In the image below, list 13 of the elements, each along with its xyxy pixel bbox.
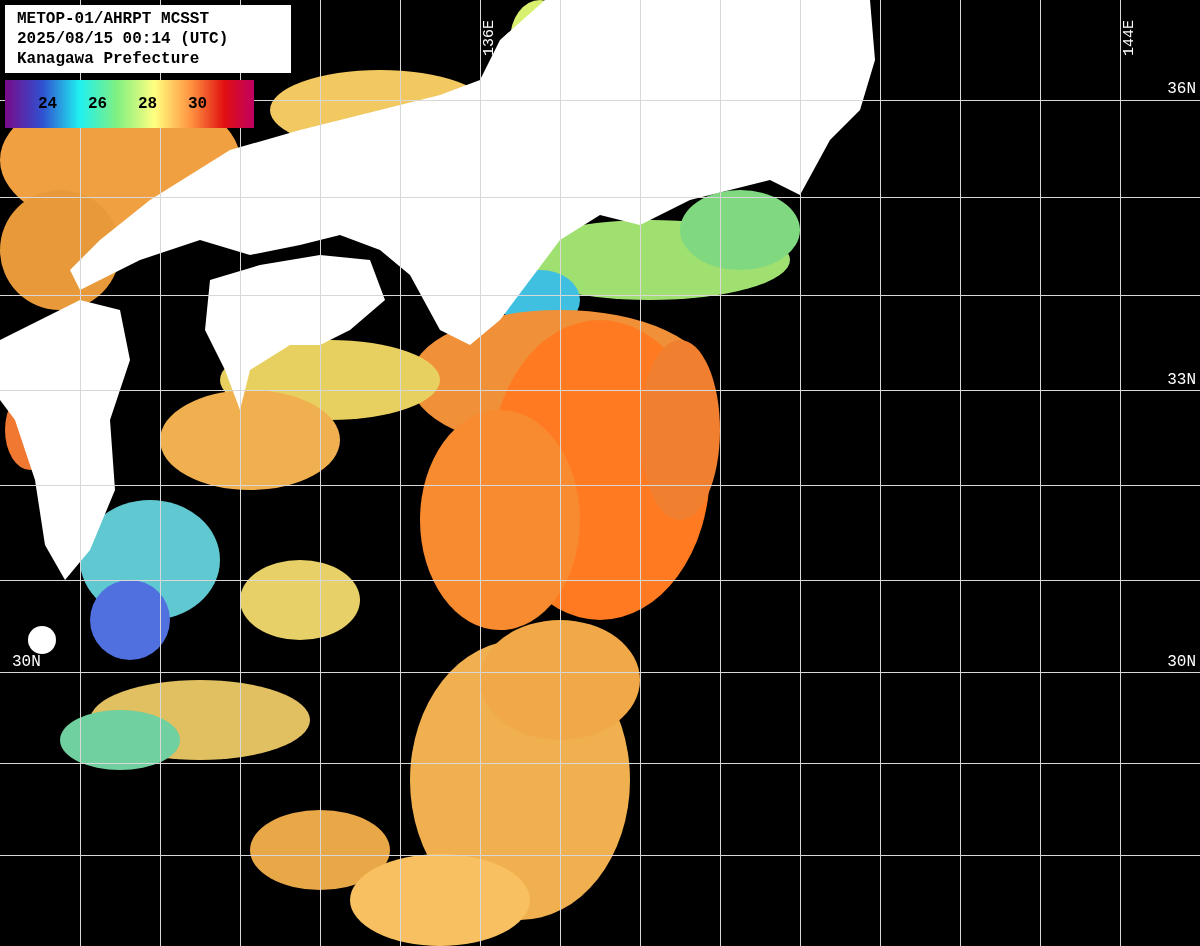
latitude-label: 33N [1167,371,1196,389]
latitude-label: 36N [1167,80,1196,98]
longitude-label: 136E [482,20,498,56]
scale-label: 30 [188,95,208,113]
title-line: 2025/08/15 00:14 (UTC) [17,29,230,49]
title-line: Kanagawa Prefecture [17,49,201,69]
latitude-label: 30N [1167,653,1196,671]
scale-label: 26 [88,95,108,113]
scale-label: 24 [38,95,58,113]
latitude-label: 30N [12,653,41,671]
title-line: METOP-01/AHRPT MCSST [17,9,211,29]
scale-label: 28 [138,95,158,113]
longitude-label: 144E [1122,20,1138,56]
